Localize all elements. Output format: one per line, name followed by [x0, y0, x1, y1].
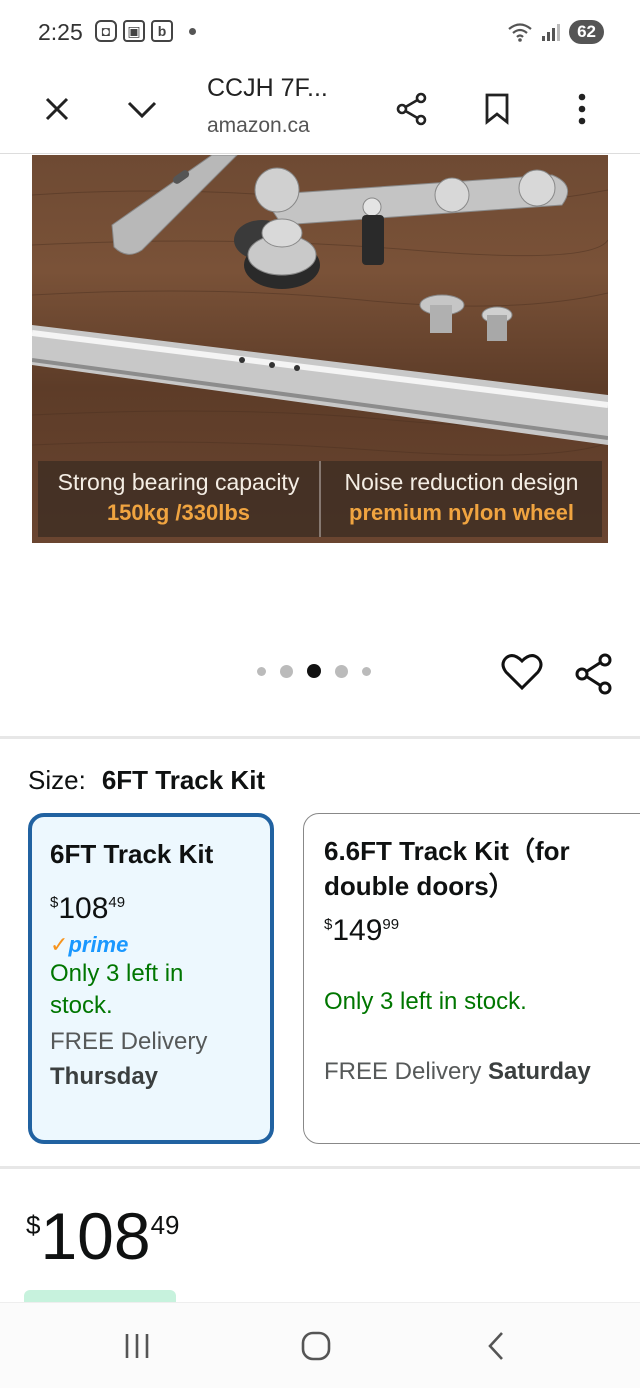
stock-status: Only 3 left in stock. [50, 958, 213, 1022]
option-name: 6FT Track Kit [50, 839, 214, 869]
delivery-day: Thursday [50, 1063, 159, 1090]
wifi-icon [508, 23, 532, 42]
home-icon [301, 1331, 331, 1361]
price-whole: 149 [332, 914, 383, 947]
delivery-info: FREE Delivery Saturday [324, 1054, 591, 1089]
option-name: 6.6FT Track Kit（for double doors） [324, 834, 591, 904]
page-url[interactable]: amazon.ca [207, 114, 310, 138]
size-value: 6FT Track Kit [101, 765, 266, 795]
carousel-dots[interactable] [257, 664, 371, 678]
share-button[interactable] [387, 84, 437, 134]
delivery-prefix: FREE Delivery [324, 1058, 482, 1085]
more-notifications-dot [189, 27, 196, 35]
option-name-line: 6.6FT Track Kit（for [324, 836, 570, 866]
status-right: 62 [507, 20, 604, 44]
size-selector-label: Size: 6FT Track Kit [28, 765, 265, 796]
product-image[interactable]: Strong bearing capacity 150kg /330lbs No… [32, 155, 608, 543]
size-option-6-6ft[interactable]: 6.6FT Track Kit（for double doors） $14999 … [303, 813, 640, 1144]
heart-icon [501, 654, 543, 691]
back-button[interactable] [471, 1321, 521, 1371]
price-whole: 108 [58, 892, 109, 925]
carousel-dot[interactable] [335, 664, 348, 678]
home-button[interactable] [291, 1321, 341, 1371]
wishlist-button[interactable] [501, 652, 543, 697]
bookmark-icon [485, 93, 509, 125]
section-divider [0, 1166, 640, 1169]
image-caption-bar: Strong bearing capacity 150kg /330lbs No… [38, 461, 602, 537]
battery-indicator: 62 [569, 20, 604, 44]
caption-detail: premium nylon wheel [349, 500, 574, 525]
carousel-dot[interactable] [257, 666, 266, 676]
price-fraction: 49 [108, 894, 126, 911]
close-tab-button[interactable] [32, 84, 82, 134]
option-price: $10849 [50, 892, 213, 926]
share-product-button[interactable] [573, 652, 615, 701]
option-content: 6FT Track Kit $10849 ✓prime Only 3 left … [50, 837, 213, 1094]
screenshot-icon: ◘ [95, 20, 117, 42]
chevron-down-icon [127, 101, 157, 119]
caption-title: Strong bearing capacity [57, 469, 300, 495]
recent-apps-icon [125, 1334, 149, 1358]
delivery-info: FREE Delivery Thursday [50, 1024, 213, 1094]
stock-line: stock. [50, 992, 113, 1019]
stock-status: Only 3 left in stock. [324, 988, 527, 1015]
browser-toolbar: CCJH 7F... amazon.ca [0, 66, 640, 154]
price-fraction: 49 [150, 1210, 180, 1240]
carousel-dot-active[interactable] [307, 664, 321, 678]
size-label: Size: [28, 765, 86, 795]
status-time: 2:25 [38, 19, 83, 45]
caption-noise: Noise reduction design premium nylon whe… [319, 461, 602, 537]
carousel-dot[interactable] [280, 664, 293, 678]
option-content: 6.6FT Track Kit（for double doors） $14999 … [324, 834, 591, 1089]
caption-capacity: Strong bearing capacity 150kg /330lbs [38, 461, 319, 537]
caption-title: Noise reduction design [344, 469, 579, 495]
carousel-dot[interactable] [362, 666, 371, 676]
prime-label: prime [68, 932, 129, 957]
price-fraction: 99 [382, 916, 400, 933]
option-name-line: double doors） [324, 871, 515, 901]
share-icon [396, 92, 427, 126]
delivery-day: Saturday [488, 1058, 591, 1085]
system-nav-bar [0, 1302, 640, 1388]
close-icon [45, 97, 69, 121]
main-price: $10849 [26, 1198, 180, 1274]
bookmark-button[interactable] [472, 84, 522, 134]
status-bar: 2:25 ◘ ▣ b 62 [0, 0, 640, 66]
prime-badge: ✓prime [50, 932, 213, 958]
minimize-button[interactable] [117, 84, 167, 134]
price-whole: 108 [40, 1199, 151, 1273]
battery-level: 62 [577, 22, 596, 41]
delivery-prefix: FREE Delivery [50, 1028, 208, 1055]
caption-detail: 150kg /330lbs [106, 500, 251, 525]
b-app-icon: b [151, 20, 173, 42]
page-title[interactable]: CCJH 7F... [207, 74, 328, 103]
notification-icons: ◘ ▣ b [95, 20, 196, 42]
back-icon [488, 1332, 503, 1360]
share-icon [575, 653, 612, 695]
signal-icon [542, 24, 561, 41]
stock-line: Only 3 left in [50, 960, 184, 987]
more-vertical-icon [578, 93, 586, 125]
section-divider [0, 736, 640, 739]
prime-check-icon: ✓ [50, 932, 69, 957]
price-currency: $ [26, 1210, 41, 1240]
option-price: $14999 [324, 914, 591, 948]
size-option-6ft[interactable]: 6FT Track Kit $10849 ✓prime Only 3 left … [28, 813, 274, 1144]
cast-icon: ▣ [123, 20, 145, 42]
recent-apps-button[interactable] [112, 1321, 162, 1371]
more-options-button[interactable] [557, 84, 607, 134]
